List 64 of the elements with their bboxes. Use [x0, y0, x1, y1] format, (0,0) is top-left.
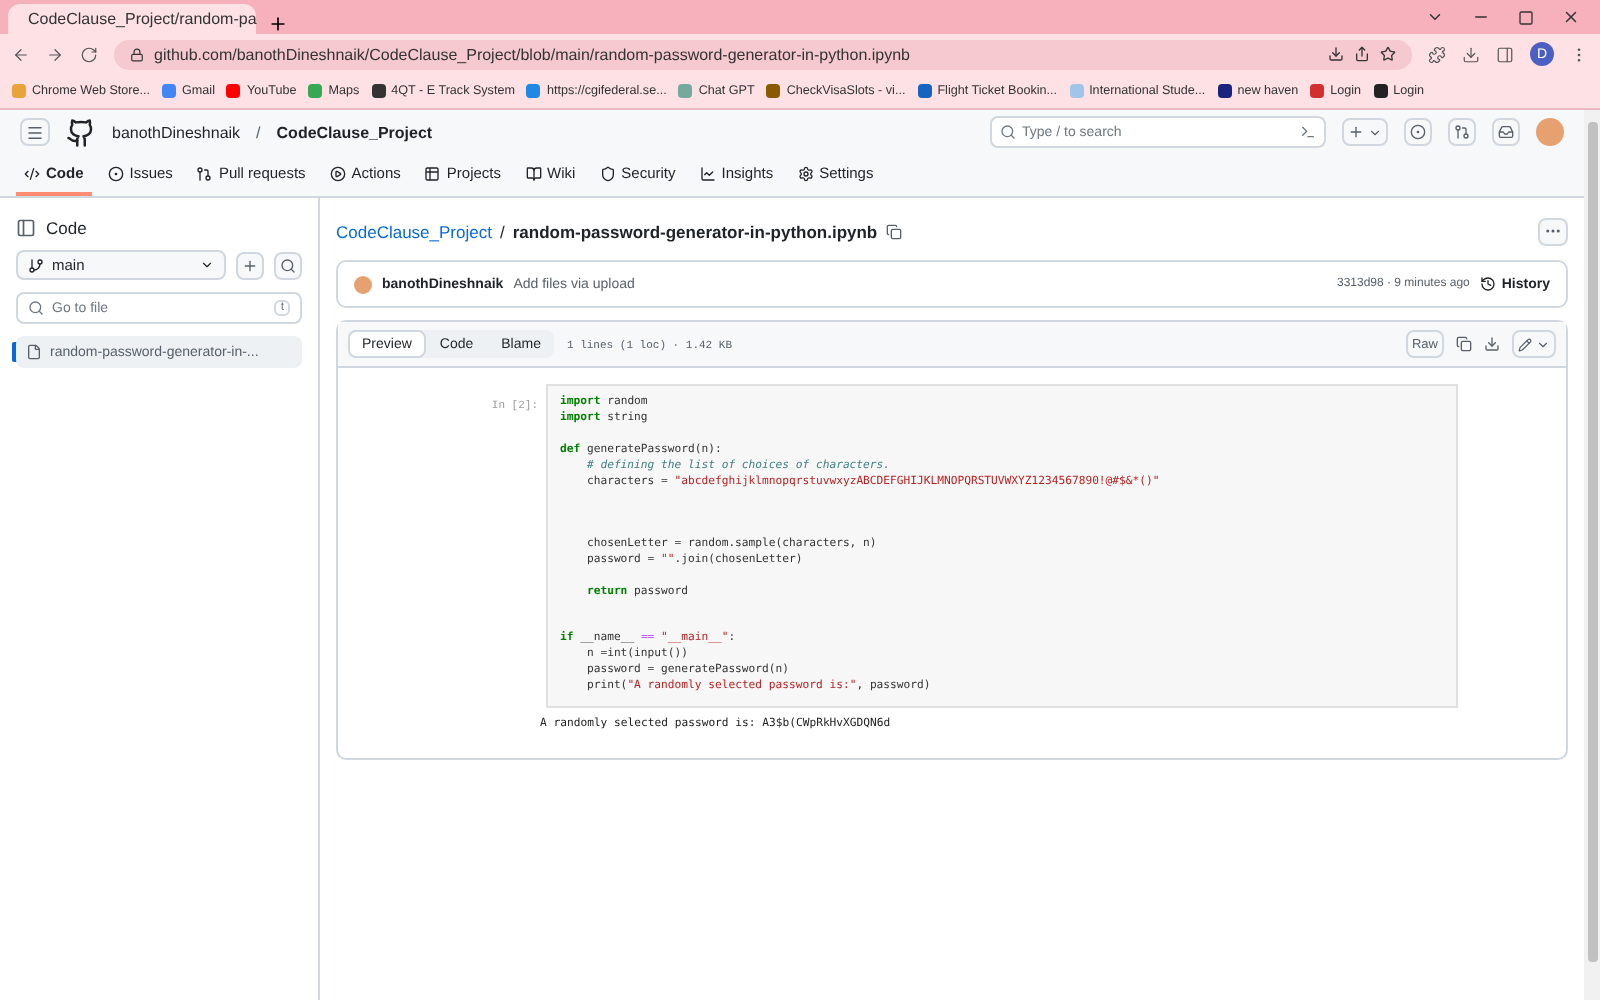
- tab-icon: [329, 165, 346, 181]
- file-name: random-password-generator-in-python.ipynb: [512, 221, 878, 241]
- tab-icon: [107, 165, 124, 181]
- star-icon[interactable]: [1380, 46, 1396, 62]
- copy-icon[interactable]: [885, 223, 902, 239]
- plus-icon: [242, 257, 258, 273]
- search-icon: [28, 300, 44, 316]
- tab-icon: [797, 165, 814, 181]
- browser-tab[interactable]: CodeClause_Project/random-pa: [8, 4, 256, 34]
- extensions-icon[interactable]: [1428, 45, 1446, 63]
- inbox-icon: [1498, 124, 1514, 140]
- pull-requests-button[interactable]: [1448, 118, 1476, 146]
- circle-dot-icon: [1410, 124, 1426, 140]
- tab-icon: [599, 165, 616, 181]
- download-icon[interactable]: [1328, 46, 1344, 62]
- pencil-icon: [1518, 337, 1532, 351]
- repo-link[interactable]: CodeClause_Project: [336, 221, 492, 241]
- caret-icon: [200, 258, 214, 272]
- branch-icon: [28, 257, 44, 273]
- tab-icon: [24, 165, 40, 181]
- download-icon[interactable]: [1462, 45, 1480, 63]
- terminal-icon[interactable]: [1300, 124, 1316, 140]
- reload-icon[interactable]: [80, 45, 98, 63]
- add-file-button[interactable]: [236, 251, 264, 279]
- history-icon: [1479, 276, 1496, 292]
- share-icon[interactable]: [1354, 46, 1370, 62]
- lock-icon: [130, 47, 144, 61]
- repo-link[interactable]: CodeClause_Project: [276, 123, 433, 141]
- side-panel-icon[interactable]: [16, 218, 36, 238]
- path-separator: /: [256, 123, 261, 141]
- tab-icon: [424, 165, 441, 181]
- issues-button[interactable]: [1404, 118, 1432, 146]
- forward-icon[interactable]: [46, 45, 64, 63]
- menu-icon: [26, 123, 44, 141]
- download-icon[interactable]: [1484, 336, 1500, 352]
- owner-link[interactable]: banothDineshnaik: [112, 123, 241, 141]
- pull-request-icon: [1454, 124, 1470, 140]
- caret-icon: [1536, 337, 1550, 351]
- maximize-icon[interactable]: [1518, 9, 1534, 25]
- tab-icon: [699, 165, 716, 181]
- copy-icon[interactable]: [1456, 336, 1472, 352]
- inbox-button[interactable]: [1492, 118, 1520, 146]
- close-icon[interactable]: [1562, 8, 1580, 26]
- path-separator: /: [499, 221, 505, 241]
- plus-icon: [1348, 124, 1364, 140]
- chevron-icon[interactable]: [1426, 8, 1444, 26]
- search-icon: [1000, 124, 1016, 140]
- back-icon[interactable]: [12, 45, 30, 63]
- github-logo-icon[interactable]: [66, 117, 96, 147]
- side-panel-icon[interactable]: [1496, 45, 1514, 63]
- sidebar-title: Code: [46, 218, 87, 238]
- file-icon: [26, 344, 42, 360]
- create-button[interactable]: [1342, 118, 1388, 146]
- new-tab-icon[interactable]: [268, 14, 288, 34]
- scrollbar-thumb[interactable]: [1587, 122, 1597, 962]
- tab-title: CodeClause_Project/random-pa: [28, 10, 257, 28]
- menu-button[interactable]: [20, 118, 50, 146]
- tab-icon: [525, 165, 541, 181]
- search-icon: [280, 257, 296, 273]
- caret-icon: [1368, 125, 1382, 139]
- edit-button[interactable]: [1512, 330, 1556, 358]
- tab-icon: [196, 165, 213, 181]
- address-bar[interactable]: github.com/banothDineshnaik/CodeClause_Project/blob/main/random-password-generator-in-python.ipynb: [114, 39, 1412, 69]
- search-button[interactable]: [274, 251, 302, 279]
